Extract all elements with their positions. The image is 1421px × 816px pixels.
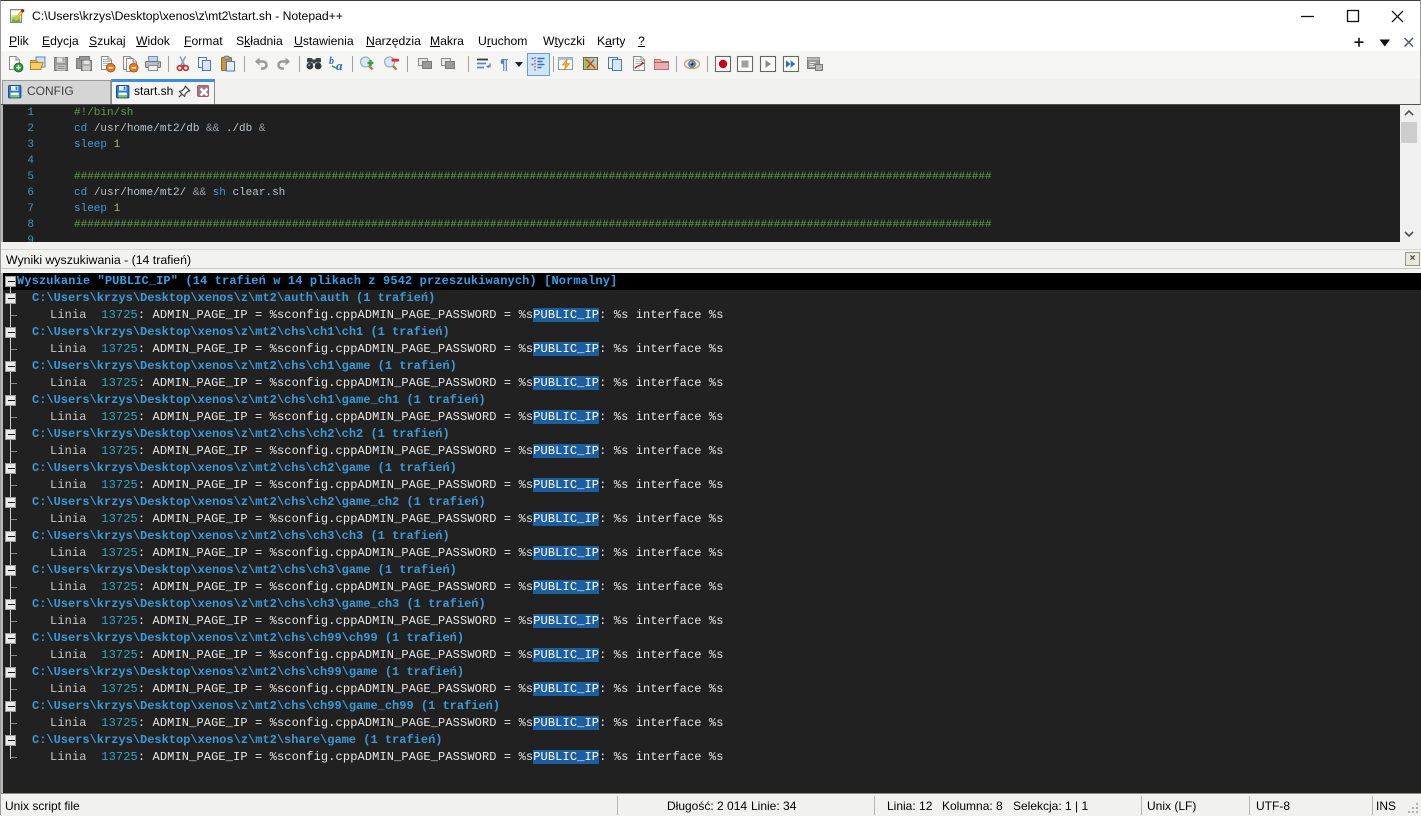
svg-text:b: b (329, 56, 334, 67)
svg-text:¶: ¶ (500, 56, 508, 73)
svg-text:a: a (336, 58, 343, 73)
